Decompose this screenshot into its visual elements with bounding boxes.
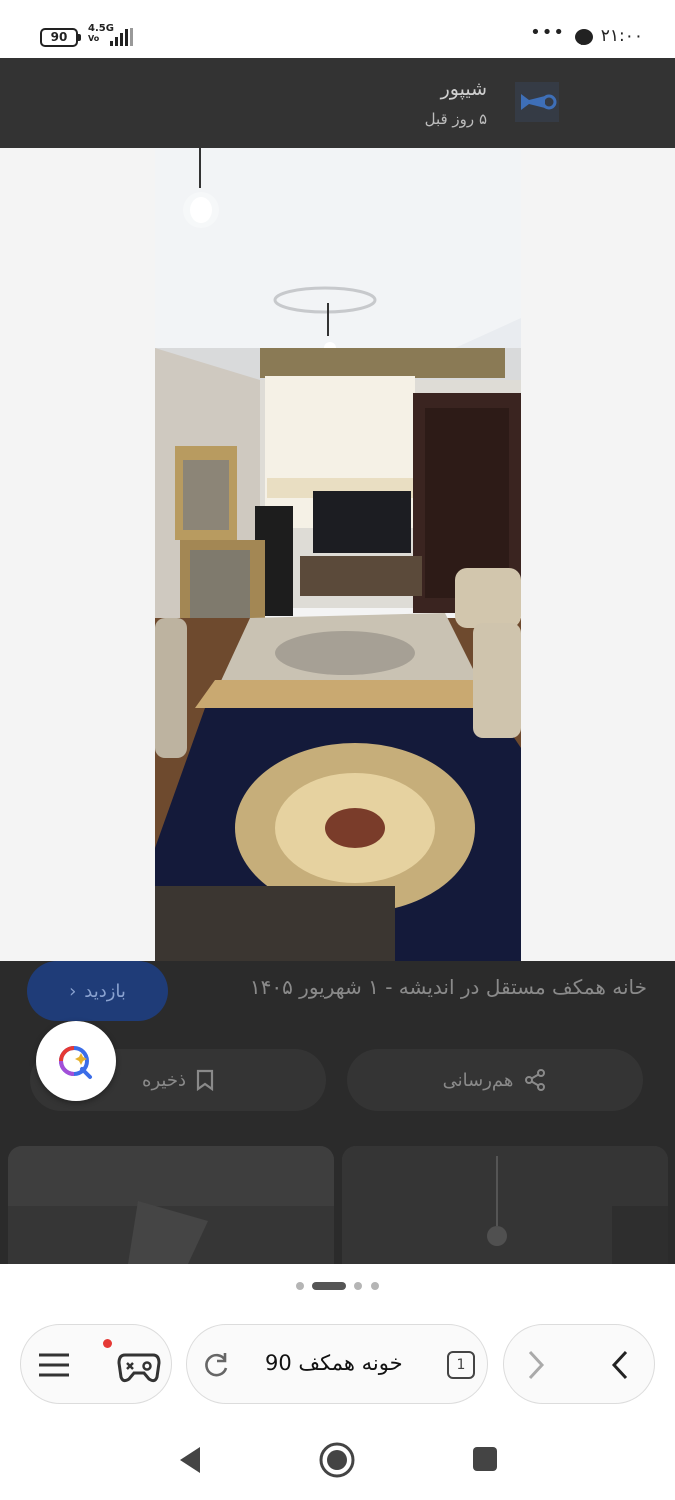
system-navigation-bar [0, 1418, 675, 1500]
chevron-right-icon[interactable] [524, 1349, 548, 1381]
visit-button-label: بازدید [84, 980, 126, 1002]
recents-square-icon[interactable] [472, 1446, 498, 1472]
site-name: شیپور [440, 78, 487, 100]
chat-bubble-icon [575, 29, 593, 45]
home-circle-icon[interactable] [318, 1441, 356, 1479]
reload-icon[interactable] [201, 1350, 231, 1380]
gamepad-icon[interactable] [117, 1345, 161, 1385]
address-bar[interactable]: خونه همکف 90 1 [186, 1324, 488, 1404]
tab-count-button[interactable]: 1 [447, 1351, 475, 1379]
listing-photo[interactable] [155, 148, 521, 961]
status-bar: 90 4.5G Vo ••• ۲۱:۰۰ [0, 0, 675, 58]
page-dot [371, 1282, 379, 1290]
share-button[interactable]: هم‌رسانی [347, 1049, 643, 1111]
related-listing-thumbnail[interactable] [8, 1146, 334, 1264]
listing-details: خانه همکف مستقل در اندیشه - ۱ شهریور ۱۴۰… [0, 961, 675, 1264]
battery-indicator: 90 [40, 28, 81, 47]
hamburger-menu-icon[interactable] [37, 1351, 71, 1379]
page-dot [296, 1282, 304, 1290]
chevron-left-icon: ‹ [69, 980, 77, 1002]
more-notifications-icon: ••• [530, 22, 565, 43]
share-icon [525, 1069, 546, 1091]
post-age: ۵ روز قبل [424, 110, 487, 128]
ai-search-icon [59, 1046, 92, 1079]
visit-button[interactable]: بازدید ‹ [27, 961, 168, 1021]
save-button-label: ذخیره [142, 1069, 186, 1091]
sheypoor-trumpet-icon [515, 82, 559, 122]
ai-assistant-button[interactable] [36, 1021, 116, 1101]
screen: 90 4.5G Vo ••• ۲۱:۰۰ شیپور ۵ روز قبل خان… [0, 0, 675, 1500]
site-header: شیپور ۵ روز قبل [0, 58, 675, 148]
related-listing-thumbnail[interactable] [342, 1146, 668, 1264]
nav-pill [503, 1324, 655, 1404]
notification-dot [103, 1339, 112, 1348]
clock: ۲۱:۰۰ [600, 26, 643, 46]
back-triangle-icon[interactable] [176, 1444, 204, 1476]
address-text[interactable]: خونه همکف 90 [265, 1351, 403, 1375]
chevron-left-icon[interactable] [608, 1349, 632, 1381]
menu-games-pill [20, 1324, 172, 1404]
share-button-label: هم‌رسانی [442, 1069, 514, 1091]
page-indicator [0, 1264, 675, 1308]
browser-toolbar: خونه همکف 90 1 [0, 1308, 675, 1418]
gallery-frame [0, 148, 675, 961]
page-dot [354, 1282, 362, 1290]
page-dot-active [312, 1282, 346, 1290]
listing-title: خانه همکف مستقل در اندیشه - ۱ شهریور ۱۴۰… [249, 975, 647, 999]
bookmark-icon [196, 1069, 214, 1091]
signal-strength-icon [110, 28, 134, 46]
